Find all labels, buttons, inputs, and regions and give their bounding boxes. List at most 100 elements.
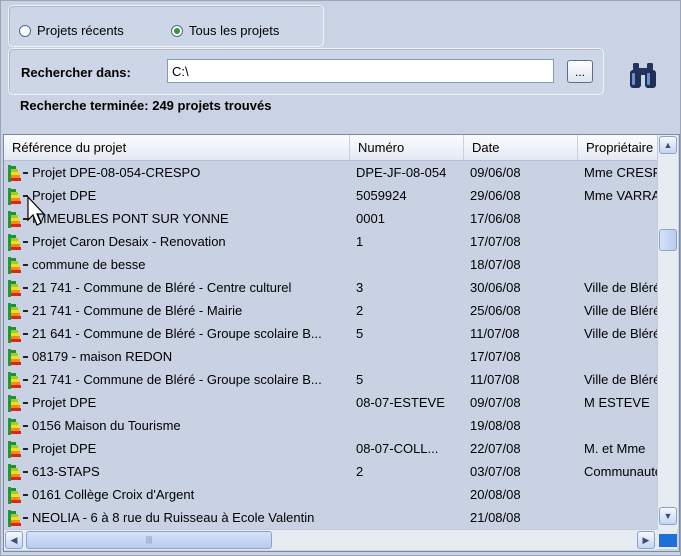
- table-cell: 21 741 - Commune de Bléré - Mairie: [32, 303, 243, 318]
- horizontal-scrollbar[interactable]: ◀ ||| ▶: [4, 529, 657, 550]
- energy-rating-icon: [7, 326, 29, 343]
- table-cell: 1: [356, 234, 364, 249]
- table-cell: 20/08/08: [470, 487, 521, 502]
- table-row[interactable]: Projet DPE 5059924 29/06/08 Mme VARRAS: [4, 184, 658, 207]
- table-cell: 25/06/08: [470, 303, 521, 318]
- table-cell: 3: [356, 280, 364, 295]
- radio-selected-dot: [174, 27, 180, 34]
- vertical-scrollbar[interactable]: ▲ ▼: [657, 135, 678, 529]
- column-header-reference[interactable]: Référence du projet: [4, 135, 350, 160]
- energy-rating-icon: [7, 487, 29, 504]
- table-cell: 08-07-ESTEVE: [356, 395, 445, 410]
- table-cell: Projet DPE: [32, 395, 97, 410]
- scrollbar-corner: [657, 529, 677, 549]
- horizontal-scroll-thumb[interactable]: |||: [26, 531, 272, 549]
- energy-rating-icon: [7, 441, 29, 458]
- project-list[interactable]: Référence du projet Numéro Date Propriét…: [3, 134, 680, 552]
- scroll-left-button[interactable]: ◀: [5, 531, 23, 549]
- table-cell: Mme VARRAS: [584, 188, 658, 203]
- browse-button[interactable]: ...: [567, 60, 593, 83]
- table-row[interactable]: IMMEUBLES PONT SUR YONNE 0001 17/06/08: [4, 207, 657, 230]
- energy-rating-icon: [7, 303, 29, 320]
- energy-rating-icon: [7, 165, 29, 182]
- table-cell: 21 641 - Commune de Bléré - Groupe scola…: [32, 326, 322, 341]
- table-cell: 29/06/08: [470, 188, 521, 203]
- table-cell: 0156 Maison du Tourisme: [32, 418, 181, 433]
- table-row[interactable]: Projet DPE 08-07-COLL... 22/07/08 M. et Mme: [4, 437, 657, 460]
- table-cell: 22/07/08: [470, 441, 521, 456]
- table-cell: 17/06/08: [470, 211, 521, 226]
- radio-all-circle[interactable]: [171, 24, 183, 37]
- table-row[interactable]: Projet DPE-08-054-CRESPO DPE-JF-08-054 09/…: [4, 161, 658, 184]
- vertical-scroll-thumb[interactable]: [659, 229, 677, 251]
- scroll-right-button[interactable]: ▶: [637, 531, 655, 549]
- table-row[interactable]: commune de besse 18/07/08: [4, 253, 657, 276]
- table-row[interactable]: NEOLIA - 6 à 8 rue du Ruisseau à Ecole V…: [4, 506, 657, 529]
- table-cell: 0161 Collège Croix d'Argent: [32, 487, 195, 502]
- table-cell: M ESTEVE: [584, 395, 650, 410]
- energy-rating-icon: [7, 418, 29, 435]
- column-header-proprietaire[interactable]: Propriétaire: [578, 135, 657, 160]
- column-header-date[interactable]: Date: [464, 135, 578, 160]
- table-cell: 08-07-COLL...: [356, 441, 439, 456]
- table-cell: M. et Mme: [584, 441, 646, 456]
- table-row[interactable]: 0156 Maison du Tourisme 19/08/08: [4, 414, 657, 437]
- table-cell: 0001: [356, 211, 385, 226]
- radio-all-projects[interactable]: Tous les projets: [171, 23, 279, 38]
- search-path-input[interactable]: [167, 59, 554, 83]
- table-cell: Ville de Bléré: [584, 326, 658, 341]
- table-row[interactable]: 21 741 - Commune de Bléré - Centre cultu…: [4, 276, 658, 299]
- table-row[interactable]: Projet DPE 08-07-ESTEVE 09/07/08 M ESTEVE: [4, 391, 657, 414]
- radio-recent-label: Projets récents: [37, 23, 124, 38]
- table-cell: Communauté: [584, 464, 658, 479]
- binoculars-icon[interactable]: [626, 60, 660, 90]
- resize-grip[interactable]: [659, 534, 677, 547]
- table-row[interactable]: 21 741 - Commune de Bléré - Mairie 2 25/06…: [4, 299, 658, 322]
- energy-rating-icon: [7, 349, 29, 366]
- table-cell: 30/06/08: [470, 280, 521, 295]
- table-cell: Projet Caron Desaix - Renovation: [32, 234, 226, 249]
- table-cell: Ville de Bléré: [584, 303, 658, 318]
- energy-rating-icon: [7, 395, 29, 412]
- table-row[interactable]: Projet Caron Desaix - Renovation 1 17/07/0…: [4, 230, 657, 253]
- radio-recent-projects[interactable]: Projets récents: [19, 23, 124, 38]
- table-cell: DPE-JF-08-054: [356, 165, 447, 180]
- table-cell: 11/07/08: [470, 372, 520, 387]
- radio-recent-circle[interactable]: [19, 24, 31, 37]
- table-row[interactable]: 613-STAPS 2 03/07/08 Communauté: [4, 460, 658, 483]
- scroll-down-button[interactable]: ▼: [659, 507, 677, 525]
- table-row[interactable]: 21 741 - Commune de Bléré - Groupe scola…: [4, 368, 658, 391]
- energy-rating-icon: [7, 280, 29, 297]
- energy-rating-icon: [7, 372, 29, 389]
- scroll-up-button[interactable]: ▲: [659, 136, 677, 154]
- table-cell: NEOLIA - 6 à 8 rue du Ruisseau à Ecole V…: [32, 510, 315, 525]
- radio-all-label: Tous les projets: [189, 23, 280, 38]
- table-cell: 18/07/08: [470, 257, 521, 272]
- list-rows: Projet DPE-08-054-CRESPO DPE-JF-08-054 09/…: [4, 161, 658, 529]
- table-cell: Projet DPE: [32, 441, 97, 456]
- table-cell: 5: [356, 326, 364, 341]
- energy-rating-icon: [7, 234, 29, 251]
- table-cell: Mme CRESPO: [584, 165, 658, 180]
- table-cell: Projet DPE-08-054-CRESPO: [32, 165, 201, 180]
- table-cell: 17/07/08: [470, 349, 521, 364]
- column-header-numero[interactable]: Numéro: [350, 135, 464, 160]
- table-cell: 17/07/08: [470, 234, 521, 249]
- table-cell: 09/07/08: [470, 395, 521, 410]
- table-cell: 613-STAPS: [32, 464, 100, 479]
- table-row[interactable]: 08179 - maison REDON 17/07/08: [4, 345, 657, 368]
- energy-rating-icon: [7, 464, 29, 481]
- mouse-cursor-icon: [27, 196, 46, 226]
- table-cell: IMMEUBLES PONT SUR YONNE: [32, 211, 229, 226]
- energy-rating-icon: [7, 257, 29, 274]
- table-cell: 5059924: [356, 188, 407, 203]
- table-cell: commune de besse: [32, 257, 146, 272]
- table-cell: 21/08/08: [470, 510, 521, 525]
- table-cell: 21 741 - Commune de Bléré - Groupe scola…: [32, 372, 322, 387]
- search-status-text: Recherche terminée: 249 projets trouvés: [20, 98, 272, 113]
- table-cell: 2: [356, 303, 364, 318]
- table-row[interactable]: 21 641 - Commune de Bléré - Groupe scola…: [4, 322, 658, 345]
- table-cell: 08179 - maison REDON: [32, 349, 173, 364]
- table-cell: Ville de Bléré: [584, 372, 658, 387]
- table-row[interactable]: 0161 Collège Croix d'Argent 20/08/08: [4, 483, 657, 506]
